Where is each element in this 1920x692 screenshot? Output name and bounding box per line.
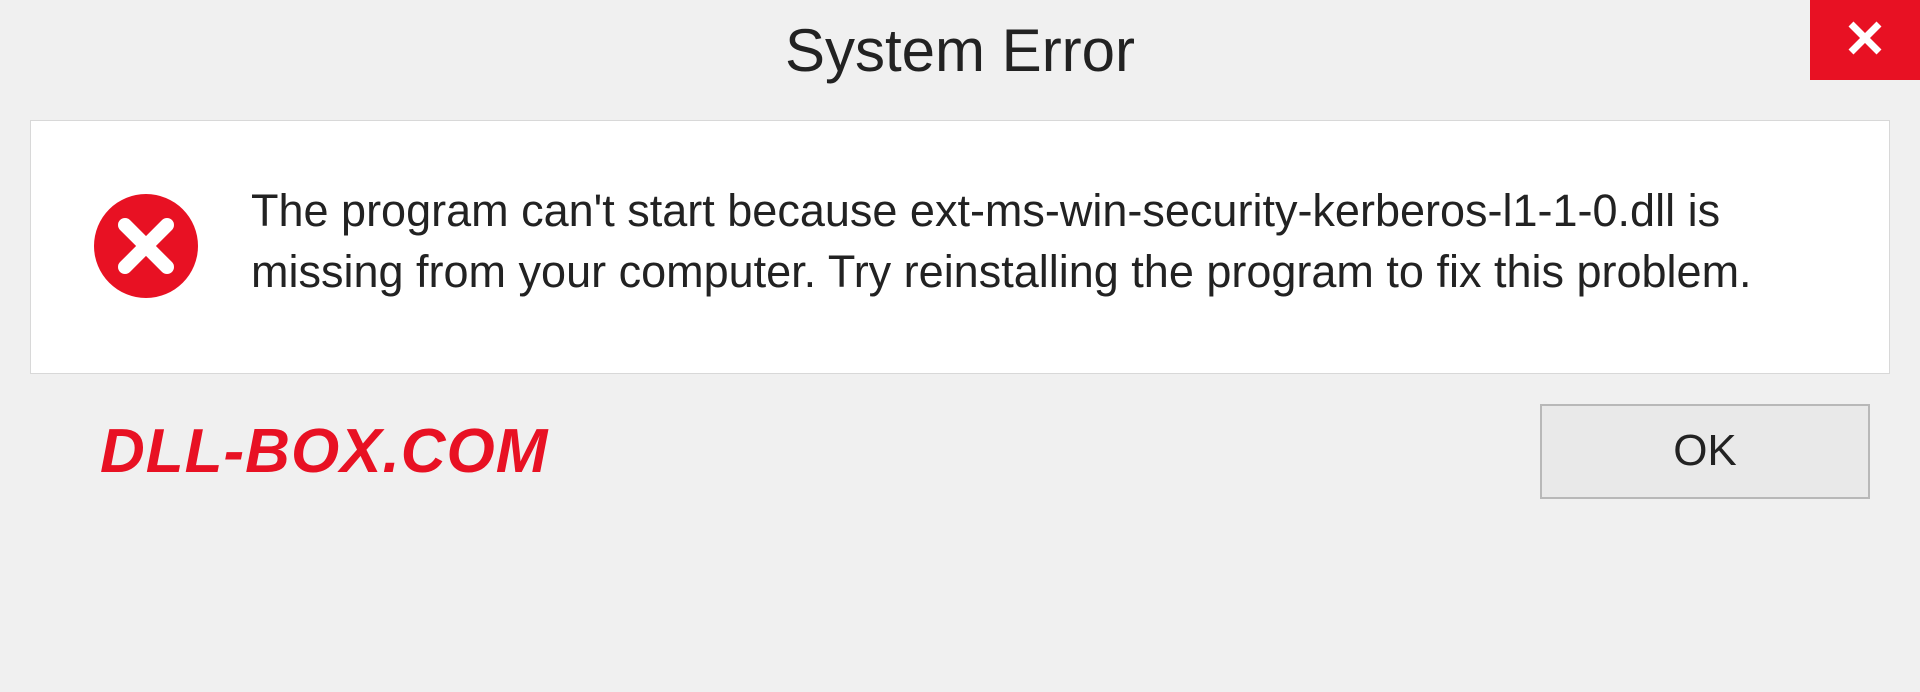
watermark-text: DLL-BOX.COM — [100, 416, 548, 487]
dialog-title: System Error — [785, 16, 1135, 85]
close-button[interactable] — [1810, 0, 1920, 80]
error-message: The program can't start because ext-ms-w… — [251, 181, 1819, 303]
message-panel: The program can't start because ext-ms-w… — [30, 120, 1890, 374]
bottom-row: DLL-BOX.COM OK — [0, 374, 1920, 529]
error-icon — [91, 191, 201, 301]
titlebar: System Error — [0, 0, 1920, 100]
ok-button[interactable]: OK — [1540, 404, 1870, 499]
ok-button-label: OK — [1673, 426, 1737, 476]
close-icon — [1845, 18, 1885, 63]
